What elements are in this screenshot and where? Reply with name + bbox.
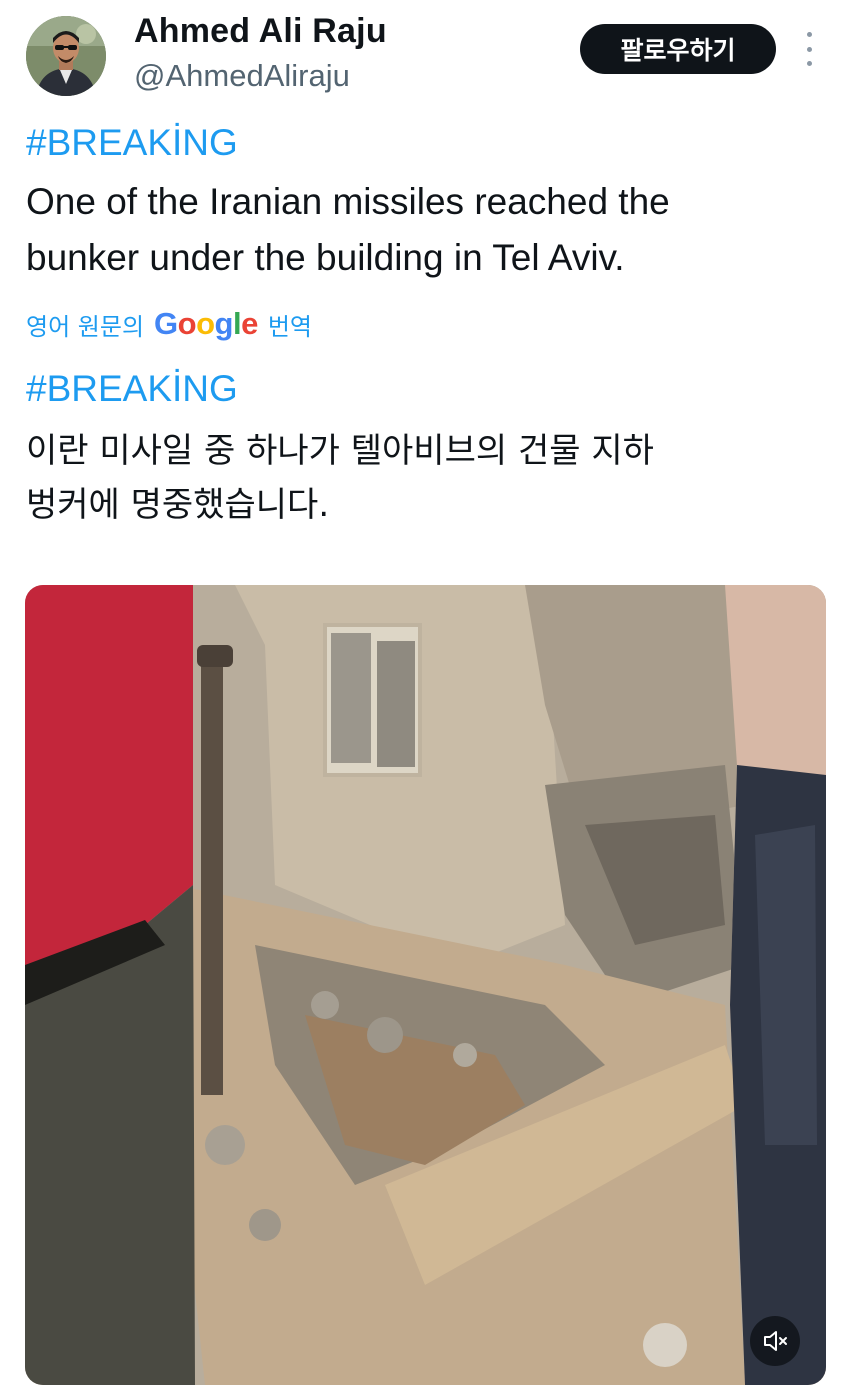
follow-button[interactable]: 팔로우하기 — [580, 24, 776, 74]
avatar[interactable] — [26, 16, 106, 96]
google-letter: e — [241, 306, 258, 341]
hashtag-link[interactable]: #BREAKİNG — [26, 122, 238, 164]
author-handle[interactable]: @AhmedAliraju — [134, 58, 350, 94]
more-vertical-icon — [806, 32, 812, 37]
translation-attribution[interactable]: 영어 원문의 Google 번역 — [26, 304, 312, 344]
translated-hashtag-link[interactable]: #BREAKİNG — [26, 368, 238, 410]
translated-text-line-1: 이란 미사일 중 하나가 텔아비브의 건물 지하 — [26, 431, 654, 471]
translation-prefix: 영어 원문의 — [26, 312, 145, 341]
tweet-text-line-1: One of the Iranian missiles reached the — [26, 181, 670, 222]
google-letter: G — [154, 306, 178, 341]
profile-photo — [26, 16, 106, 96]
speaker-muted-icon — [764, 1331, 787, 1351]
google-letter: g — [214, 306, 234, 341]
video-player[interactable] — [25, 585, 826, 1385]
video-frame — [25, 585, 826, 1385]
google-letter: o — [196, 306, 215, 341]
mute-button[interactable] — [750, 1316, 800, 1366]
tweet-text-line-2: bunker under the building in Tel Aviv. — [26, 237, 625, 278]
author-display-name[interactable]: Ahmed Ali Raju — [134, 12, 387, 51]
tweet-text: One of the Iranian missiles reached the … — [26, 174, 836, 286]
google-logo: Google — [154, 306, 258, 342]
more-options-button[interactable] — [796, 32, 822, 66]
translated-tweet-text: 이란 미사일 중 하나가 텔아비브의 건물 지하 벙커에 명중했습니다. — [26, 424, 836, 532]
translation-suffix: 번역 — [267, 312, 313, 341]
translated-text-line-2: 벙커에 명중했습니다. — [26, 485, 330, 525]
google-letter: l — [232, 306, 242, 341]
google-letter: o — [177, 306, 197, 341]
